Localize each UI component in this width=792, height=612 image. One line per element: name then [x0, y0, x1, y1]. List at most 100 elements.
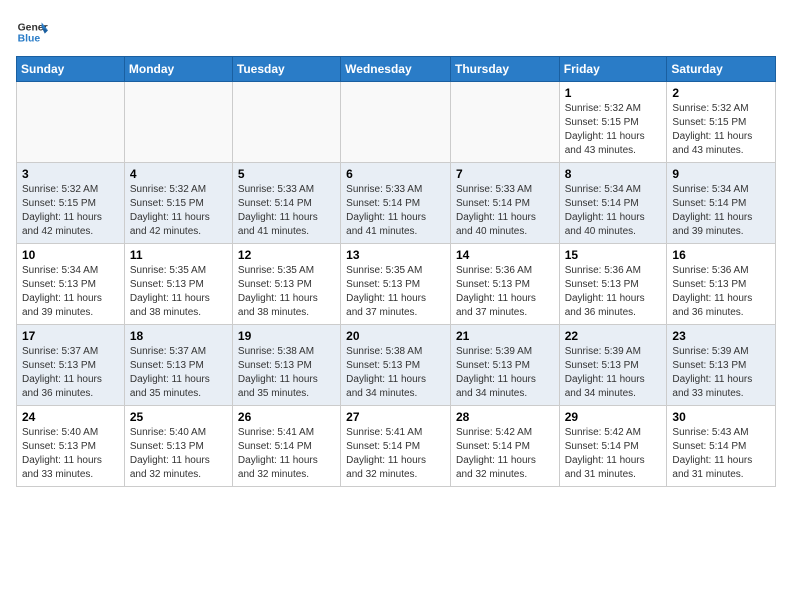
week-row-2: 10 Sunrise: 5:34 AM Sunset: 5:13 PM Dayli… [17, 244, 776, 325]
day-number: 2 [672, 86, 770, 100]
day-info: Sunrise: 5:42 AM Sunset: 5:14 PM Dayligh… [565, 426, 662, 482]
calendar-cell: 1Sunrise: 5:32 AM Sunset: 5:15 PM Daylig… [559, 82, 667, 163]
calendar-cell: 15 Sunrise: 5:36 AM Sunset: 5:13 PM Dayli… [559, 244, 667, 325]
day-info: Sunrise: 5:32 AM Sunset: 5:15 PM Dayligh… [130, 183, 227, 239]
day-number: 11 [130, 248, 227, 262]
calendar-cell: 22 Sunrise: 5:39 AM Sunset: 5:13 PM Dayli… [559, 325, 667, 406]
calendar-cell: 21 Sunrise: 5:39 AM Sunset: 5:13 PM Dayli… [450, 325, 559, 406]
calendar-cell: 27 Sunrise: 5:41 AM Sunset: 5:14 PM Dayli… [341, 406, 451, 487]
day-number: 24 [22, 410, 119, 424]
day-info: Sunrise: 5:36 AM Sunset: 5:13 PM Dayligh… [456, 264, 554, 320]
calendar-cell: 17 Sunrise: 5:37 AM Sunset: 5:13 PM Dayli… [17, 325, 125, 406]
week-row-1: 3 Sunrise: 5:32 AM Sunset: 5:15 PM Daylig… [17, 163, 776, 244]
day-info: Sunrise: 5:34 AM Sunset: 5:14 PM Dayligh… [565, 183, 662, 239]
calendar-cell [17, 82, 125, 163]
day-number: 27 [346, 410, 445, 424]
calendar-cell: 9 Sunrise: 5:34 AM Sunset: 5:14 PM Daylig… [667, 163, 776, 244]
day-info: Sunrise: 5:40 AM Sunset: 5:13 PM Dayligh… [130, 426, 227, 482]
calendar-header-row: SundayMondayTuesdayWednesdayThursdayFrid… [17, 57, 776, 82]
day-number: 14 [456, 248, 554, 262]
calendar-cell: 18 Sunrise: 5:37 AM Sunset: 5:13 PM Dayli… [124, 325, 232, 406]
day-number: 21 [456, 329, 554, 343]
day-number: 1 [565, 86, 662, 100]
calendar-cell: 23 Sunrise: 5:39 AM Sunset: 5:13 PM Dayli… [667, 325, 776, 406]
calendar-cell: 12Sunrise: 5:35 AM Sunset: 5:13 PM Dayli… [232, 244, 340, 325]
calendar-cell: 30Sunrise: 5:43 AM Sunset: 5:14 PM Dayli… [667, 406, 776, 487]
day-info: Sunrise: 5:41 AM Sunset: 5:14 PM Dayligh… [346, 426, 445, 482]
day-header-wednesday: Wednesday [341, 57, 451, 82]
day-info: Sunrise: 5:36 AM Sunset: 5:13 PM Dayligh… [565, 264, 662, 320]
svg-text:Blue: Blue [18, 34, 41, 45]
day-number: 26 [238, 410, 335, 424]
day-number: 30 [672, 410, 770, 424]
week-row-4: 24 Sunrise: 5:40 AM Sunset: 5:13 PM Dayli… [17, 406, 776, 487]
day-number: 19 [238, 329, 335, 343]
day-info: Sunrise: 5:35 AM Sunset: 5:13 PM Dayligh… [346, 264, 445, 320]
day-info: Sunrise: 5:34 AM Sunset: 5:14 PM Dayligh… [672, 183, 770, 239]
day-number: 8 [565, 167, 662, 181]
page-header: General Blue [16, 16, 776, 48]
day-info: Sunrise: 5:39 AM Sunset: 5:13 PM Dayligh… [565, 345, 662, 401]
calendar-cell: 16 Sunrise: 5:36 AM Sunset: 5:13 PM Dayli… [667, 244, 776, 325]
calendar-cell: 10 Sunrise: 5:34 AM Sunset: 5:13 PM Dayli… [17, 244, 125, 325]
day-header-monday: Monday [124, 57, 232, 82]
day-number: 7 [456, 167, 554, 181]
day-info: Sunrise: 5:42 AM Sunset: 5:14 PM Dayligh… [456, 426, 554, 482]
calendar-body: 1 Sunrise: 5:32 AM Sunset: 5:15 PM Daylig… [17, 82, 776, 487]
day-info: Sunrise: 5:40 AM Sunset: 5:13 PM Dayligh… [22, 426, 119, 482]
day-info: Sunrise: 5:39 AM Sunset: 5:13 PM Dayligh… [672, 345, 770, 401]
day-number: 10 [22, 248, 119, 262]
calendar-cell: 7 Sunrise: 5:33 AM Sunset: 5:14 PM Daylig… [450, 163, 559, 244]
day-info: Sunrise: 5:33 AM Sunset: 5:14 PM Dayligh… [346, 183, 445, 239]
calendar-cell: 29 Sunrise: 5:42 AM Sunset: 5:14 PM Dayli… [559, 406, 667, 487]
day-info: Sunrise: 5:38 AM Sunset: 5:13 PM Dayligh… [346, 345, 445, 401]
calendar-cell: 11 Sunrise: 5:35 AM Sunset: 5:13 PM Dayli… [124, 244, 232, 325]
day-info: Sunrise: 5:36 AM Sunset: 5:13 PM Dayligh… [672, 264, 770, 320]
day-number: 29 [565, 410, 662, 424]
calendar-cell [124, 82, 232, 163]
calendar-cell: 24 Sunrise: 5:40 AM Sunset: 5:13 PM Dayli… [17, 406, 125, 487]
day-info: Sunrise: 5:32 AM Sunset: 5:15 PM Dayligh… [672, 102, 770, 158]
day-number: 17 [22, 329, 119, 343]
logo: General Blue [16, 16, 48, 48]
calendar-cell: 8 Sunrise: 5:34 AM Sunset: 5:14 PM Daylig… [559, 163, 667, 244]
calendar-cell [341, 82, 451, 163]
day-info: Sunrise: 5:35 AM Sunset: 5:13 PM Dayligh… [130, 264, 227, 320]
day-info: Sunrise: 5:39 AM Sunset: 5:13 PM Dayligh… [456, 345, 554, 401]
day-number: 3 [22, 167, 119, 181]
calendar-cell: 13 Sunrise: 5:35 AM Sunset: 5:13 PM Dayli… [341, 244, 451, 325]
day-info: Sunrise: 5:37 AM Sunset: 5:13 PM Dayligh… [22, 345, 119, 401]
day-info: Sunrise: 5:35 AM Sunset: 5:13 PM Dayligh… [238, 264, 335, 320]
week-row-3: 17 Sunrise: 5:37 AM Sunset: 5:13 PM Dayli… [17, 325, 776, 406]
calendar-cell [450, 82, 559, 163]
calendar-cell: 2 Sunrise: 5:32 AM Sunset: 5:15 PM Daylig… [667, 82, 776, 163]
day-number: 22 [565, 329, 662, 343]
calendar-cell: 20Sunrise: 5:38 AM Sunset: 5:13 PM Dayli… [341, 325, 451, 406]
calendar-table: SundayMondayTuesdayWednesdayThursdayFrid… [16, 56, 776, 487]
day-number: 13 [346, 248, 445, 262]
day-info: Sunrise: 5:32 AM Sunset: 5:15 PM Dayligh… [22, 183, 119, 239]
day-number: 25 [130, 410, 227, 424]
calendar-cell: 3 Sunrise: 5:32 AM Sunset: 5:15 PM Daylig… [17, 163, 125, 244]
day-info: Sunrise: 5:34 AM Sunset: 5:13 PM Dayligh… [22, 264, 119, 320]
day-info: Sunrise: 5:38 AM Sunset: 5:13 PM Dayligh… [238, 345, 335, 401]
calendar-cell: 26 Sunrise: 5:41 AM Sunset: 5:14 PM Dayli… [232, 406, 340, 487]
day-info: Sunrise: 5:37 AM Sunset: 5:13 PM Dayligh… [130, 345, 227, 401]
day-number: 18 [130, 329, 227, 343]
day-number: 9 [672, 167, 770, 181]
day-header-saturday: Saturday [667, 57, 776, 82]
day-info: Sunrise: 5:33 AM Sunset: 5:14 PM Dayligh… [456, 183, 554, 239]
day-header-sunday: Sunday [17, 57, 125, 82]
day-number: 16 [672, 248, 770, 262]
week-row-0: 1 Sunrise: 5:32 AM Sunset: 5:15 PM Daylig… [17, 82, 776, 163]
day-number: 23 [672, 329, 770, 343]
day-info: Sunrise: 5:41 AM Sunset: 5:14 PM Dayligh… [238, 426, 335, 482]
day-header-friday: Friday [559, 57, 667, 82]
calendar-cell: 5Sunrise: 5:33 AM Sunset: 5:14 PM Daylig… [232, 163, 340, 244]
calendar-cell: 28Sunrise: 5:42 AM Sunset: 5:14 PM Dayli… [450, 406, 559, 487]
day-number: 15 [565, 248, 662, 262]
calendar-cell: 25 Sunrise: 5:40 AM Sunset: 5:13 PM Dayli… [124, 406, 232, 487]
calendar-cell: 14 Sunrise: 5:36 AM Sunset: 5:13 PM Dayli… [450, 244, 559, 325]
day-number: 4 [130, 167, 227, 181]
day-info: Sunrise: 5:33 AM Sunset: 5:14 PM Dayligh… [238, 183, 335, 239]
